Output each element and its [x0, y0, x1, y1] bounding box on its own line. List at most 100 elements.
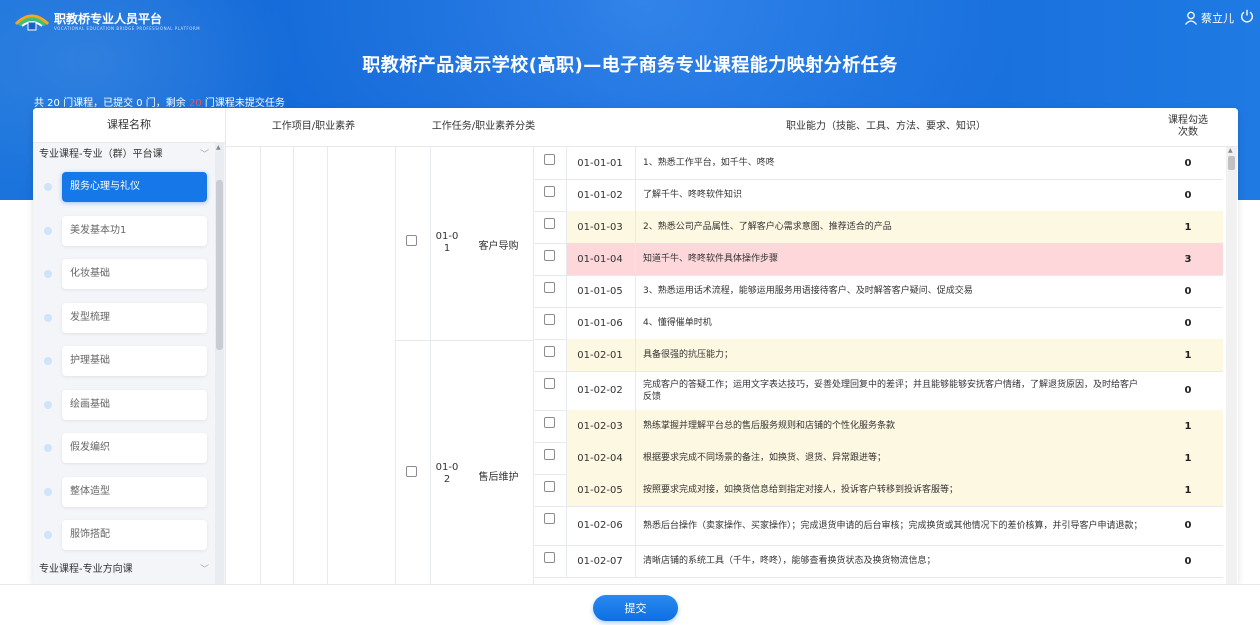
sidebar-scroll-thumb[interactable] [216, 180, 223, 350]
course-button[interactable]: 绘画基础 [62, 390, 207, 420]
task-checkbox-0[interactable] [406, 235, 417, 246]
selection-count: 0 [1184, 157, 1192, 169]
row-checkbox[interactable] [544, 449, 555, 460]
course-button[interactable]: 服饰搭配 [62, 520, 207, 550]
page-title: 职教桥产品演示学校(高职)—电子商务专业课程能力映射分析任务 [362, 55, 898, 76]
ability-code: 01-02-01 [577, 349, 623, 361]
selection-count: 1 [1184, 349, 1192, 361]
table-scrollbar[interactable]: ▲ [1226, 147, 1237, 584]
ability-code: 01-01-04 [577, 253, 623, 265]
course-button[interactable]: 发型梳理 [62, 303, 207, 333]
row-checkbox[interactable] [544, 250, 555, 261]
ability-code: 01-02-02 [577, 385, 623, 396]
selection-count: 0 [1184, 555, 1192, 567]
table-header: 工作项目/职业素养 工作任务/职业素养分类 职业能力（技能、工具、方法、要求、知… [226, 108, 1238, 147]
username: 蔡立儿 [1201, 12, 1234, 25]
row-checkbox[interactable] [544, 346, 555, 357]
table-row: 01-01-06 4、懂得催单时机 0 [533, 307, 1223, 339]
table-row: 01-02-01 具备很强的抗压能力； 1 [533, 339, 1223, 371]
group-direction-courses[interactable]: 专业课程-专业方向课 ﹀ [33, 557, 213, 583]
header-count-line2: 次数 [1178, 127, 1198, 138]
header-work-item: 工作项目/职业素养 [271, 121, 356, 132]
table-scroll-thumb[interactable] [1228, 156, 1235, 170]
task-checkbox-1[interactable] [406, 466, 417, 477]
course-item-6[interactable]: 假发编织 [41, 433, 211, 463]
selection-count: 1 [1184, 420, 1192, 432]
row-checkbox[interactable] [544, 154, 555, 165]
course-item-1[interactable]: 美发基本功1 [41, 216, 211, 246]
power-icon[interactable] [1240, 9, 1254, 26]
ability-description: 根据要求完成不同场景的备注，如换货、退货、异常跟进等； [643, 453, 887, 463]
ability-table: 工作项目/职业素养 工作任务/职业素养分类 职业能力（技能、工具、方法、要求、知… [226, 108, 1238, 584]
table-row: 01-01-03 2、熟悉公司产品属性、了解客户心需求意图、推荐适合的产品 1 [533, 211, 1223, 243]
group-label: 专业课程-专业（群）平台课 [39, 149, 163, 160]
row-checkbox[interactable] [544, 282, 555, 293]
row-checkbox[interactable] [544, 513, 555, 524]
row-checkbox[interactable] [544, 417, 555, 428]
course-item-2[interactable]: 化妆基础 [41, 259, 211, 289]
course-item-5[interactable]: 绘画基础 [41, 390, 211, 420]
course-item-3[interactable]: 发型梳理 [41, 303, 211, 333]
course-button[interactable]: 服务心理与礼仪 [62, 172, 207, 202]
ability-code: 01-02-04 [577, 452, 623, 464]
ability-code: 01-01-03 [577, 221, 623, 233]
ability-description: 4、懂得催单时机 [643, 318, 712, 328]
course-button[interactable]: 假发编织 [62, 433, 207, 463]
task-code-line2: 1 [443, 243, 451, 254]
bullet-icon [44, 357, 52, 365]
sidebar-header: 课程名称 [33, 108, 225, 143]
course-button[interactable]: 护理基础 [62, 346, 207, 376]
ability-description: 了解千牛、咚咚软件知识 [643, 190, 743, 200]
row-checkbox[interactable] [544, 481, 555, 492]
table-row: 01-02-07 清晰店铺的系统工具（千牛，咚咚），能够查看换货状态及换货物流信息… [533, 545, 1223, 577]
task-name-0: 客户导购 [478, 241, 519, 252]
table-row: 01-02-02 完成客户的答疑工作；运用文字表达技巧，妥善处理回复中的差评；并且… [533, 371, 1223, 410]
user-menu[interactable]: 蔡立儿 [1184, 10, 1234, 26]
ability-description: 清晰店铺的系统工具（千牛，咚咚），能够查看换货状态及换货物流信息； [643, 556, 936, 566]
course-item-8[interactable]: 服饰搭配 [41, 520, 211, 550]
bullet-icon [44, 444, 52, 452]
table-row: 01-01-04 知道千牛、咚咚软件具体操作步骤 3 [533, 243, 1223, 275]
table-body: 01-0 1 客户导购 01-0 2 售后维护 01-01-01 1、熟悉工作平台… [226, 147, 1238, 584]
ability-description: 熟练掌握并理解平台总的售后服务规则和店铺的个性化服务条款 [643, 421, 896, 431]
task-code-line1: 01-0 [435, 462, 459, 473]
course-button[interactable]: 整体造型 [62, 477, 207, 507]
bullet-icon [44, 531, 52, 539]
header-count: 课程勾选 次数 [1153, 108, 1223, 146]
bullet-icon [44, 270, 52, 278]
chevron-down-icon: ﹀ [199, 150, 209, 160]
course-item-4[interactable]: 护理基础 [41, 346, 211, 376]
ability-description: 3、熟悉运用话术流程，能够运用服务用语接待客户、及时解答客户疑问、促成交易 [643, 286, 973, 296]
ability-description: 熟悉后台操作（卖家操作、买家操作）；完成退货申请的后台审核；完成换货或其他情况下… [643, 520, 1143, 531]
platform-name: 职教桥专业人员平台 [54, 11, 163, 26]
ability-description: 2、熟悉公司产品属性、了解客户心需求意图、推荐适合的产品 [643, 222, 892, 232]
submit-button[interactable]: 提交 [593, 595, 678, 621]
ability-description: 具备很强的抗压能力； [643, 350, 734, 360]
submission-summary: 共 20 门课程，已提交 0 门，剩余 20 门课程未提交任务 [34, 94, 285, 109]
task-code-1: 01-0 2 [430, 462, 464, 486]
course-item-7[interactable]: 整体造型 [41, 477, 211, 507]
row-checkbox[interactable] [544, 552, 555, 563]
scroll-up-icon[interactable]: ▲ [216, 144, 221, 151]
row-checkbox[interactable] [544, 218, 555, 229]
row-checkbox[interactable] [544, 314, 555, 325]
course-item-0[interactable]: 服务心理与礼仪 [41, 172, 211, 202]
ability-code: 01-01-06 [577, 317, 623, 329]
ability-code: 01-02-07 [577, 555, 623, 567]
row-checkbox[interactable] [544, 186, 555, 197]
row-checkbox[interactable] [544, 378, 555, 389]
sidebar-scrollbar[interactable]: ▲ [215, 142, 224, 584]
selection-count: 0 [1184, 285, 1192, 297]
task-name-1: 售后维护 [478, 472, 519, 483]
selection-count: 1 [1184, 452, 1192, 464]
header-count-line1: 课程勾选 [1168, 115, 1208, 126]
bullet-icon [44, 314, 52, 322]
platform-logo[interactable]: 职教桥专业人员平台 VOCATIONAL EDUCATION BRIDGE PR… [14, 10, 200, 32]
selection-count: 1 [1184, 221, 1192, 233]
ability-description: 按照要求完成对接，如换货信息给到指定对接人，投诉客户转移到投诉客服等； [643, 485, 959, 495]
group-platform-courses[interactable]: 专业课程-专业（群）平台课 ﹀ [33, 142, 213, 168]
table-row: 01-02-04 根据要求完成不同场景的备注，如换货、退货、异常跟进等； 1 [533, 442, 1223, 474]
course-button[interactable]: 美发基本功1 [62, 216, 207, 246]
course-button[interactable]: 化妆基础 [62, 259, 207, 289]
scroll-up-icon[interactable]: ▲ [1228, 147, 1233, 154]
